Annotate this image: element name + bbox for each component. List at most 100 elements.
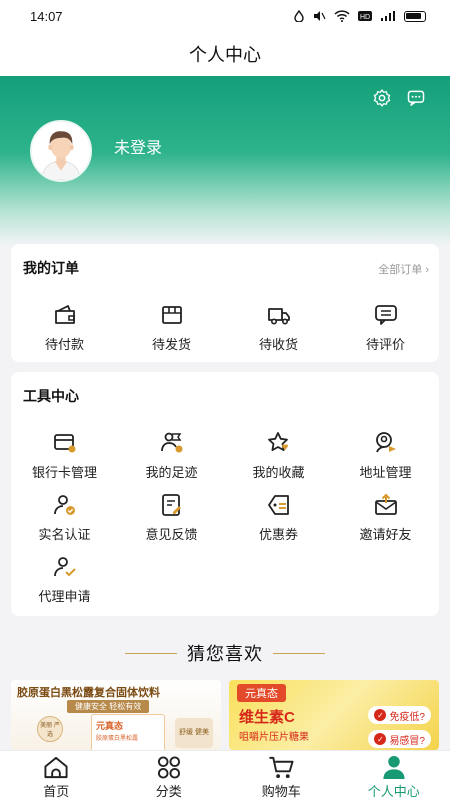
tab-profile[interactable]: 个人中心 [338, 751, 450, 800]
product-tag: ✓ 免疫低? [368, 706, 431, 724]
check-icon: ✓ [374, 733, 387, 745]
product-tag-text: 免疫低? [389, 711, 425, 723]
coupon-icon [267, 495, 289, 515]
bank-card-icon [53, 434, 75, 453]
feedback-icon [161, 494, 181, 516]
order-item-label: 待付款 [44, 337, 84, 352]
order-pending-payment[interactable]: 待付款 [11, 302, 118, 353]
order-pending-receipt[interactable]: 待收货 [225, 302, 332, 353]
product-name: 维生素C [239, 709, 295, 726]
user-icon [383, 755, 405, 780]
tab-label: 购物车 [261, 784, 301, 799]
product-list: 胶原蛋白黑松露复合固体饮料 健康安全 轻松有效 美丽 严选 元真态 胶原蛋白黑松… [11, 680, 439, 750]
tool-invite[interactable]: 邀请好友 [332, 492, 439, 543]
tool-footprint[interactable]: 我的足迹 [118, 430, 225, 481]
message-icon[interactable] [406, 88, 426, 108]
status-icons: HD [294, 10, 426, 22]
product-slogan: 健康安全 轻松有效 [67, 700, 150, 713]
tools-row-1: 银行卡管理 我的足迹 我的收藏 地址管理 [11, 430, 439, 481]
all-orders-link[interactable]: 全部订单 › [378, 261, 429, 277]
tool-feedback[interactable]: 意见反馈 [118, 492, 225, 543]
tool-favorites[interactable]: 我的收藏 [225, 430, 332, 481]
invite-icon [374, 493, 397, 515]
avatar[interactable] [30, 120, 92, 182]
tab-home[interactable]: 首页 [0, 751, 113, 800]
product-tag: ✓ 易感冒? [368, 730, 431, 748]
tool-item-label: 实名认证 [38, 527, 91, 542]
verify-user-icon [53, 495, 75, 515]
tools-row-3: 代理申请 [11, 554, 439, 605]
product-tag-text: 易感冒? [389, 735, 425, 747]
tool-item-label: 代理申请 [38, 589, 91, 604]
tool-item-label: 银行卡管理 [31, 465, 97, 480]
tool-item-label: 我的足迹 [145, 465, 198, 480]
product-box-image: 元真态 胶原蛋白黑松露 [91, 714, 165, 750]
tab-label: 个人中心 [367, 784, 420, 799]
signal-icon [381, 11, 395, 21]
product-side-badge: 舒缓 健美 [175, 718, 213, 748]
orders-title: 我的订单 [23, 260, 79, 276]
category-icon [157, 756, 180, 779]
tool-item-label: 邀请好友 [359, 527, 412, 542]
tool-item-label: 意见反馈 [145, 527, 198, 542]
drop-icon [294, 10, 304, 22]
divider [125, 652, 177, 654]
home-icon [44, 756, 68, 779]
tab-label: 首页 [43, 784, 70, 799]
product-seal: 美丽 严选 [37, 716, 63, 742]
order-item-label: 待收货 [258, 337, 298, 352]
tool-item-label: 我的收藏 [252, 465, 305, 480]
tool-item-label: 地址管理 [359, 465, 412, 480]
status-time: 14:07 [30, 8, 63, 24]
tab-cart[interactable]: 购物车 [225, 751, 338, 800]
login-status-text[interactable]: 未登录 [114, 134, 162, 158]
recommend-title: 猜您喜欢 [187, 644, 263, 664]
package-icon [161, 306, 182, 324]
order-pending-shipment[interactable]: 待发货 [118, 302, 225, 353]
tool-agent-apply[interactable]: 代理申请 [11, 554, 118, 605]
header-actions [372, 88, 426, 108]
product-title: 胶原蛋白黑松露复合固体饮料 [17, 687, 160, 699]
profile-header: 未登录 [0, 76, 450, 246]
cart-icon [269, 756, 294, 779]
agent-icon [53, 557, 76, 577]
bottom-tab-bar: 首页 分类 购物车 个人中心 [0, 750, 450, 800]
recommend-header: 猜您喜欢 [0, 640, 450, 666]
tool-coupon[interactable]: 优惠券 [225, 492, 332, 543]
orders-grid: 待付款 待发货 待收货 待评价 [11, 302, 439, 353]
mute-icon [314, 11, 326, 21]
product-box-brand: 元真态 [96, 721, 124, 731]
check-icon: ✓ [374, 709, 387, 721]
product-card[interactable]: 元真态 维生素C 咀嚼片压片糖果 ✓ 免疫低? ✓ 易感冒? [229, 680, 439, 750]
wallet-icon [54, 305, 75, 324]
status-bar: 14:07 HD [0, 0, 450, 32]
tools-row-2: 实名认证 意见反馈 优惠券 邀请好友 [11, 492, 439, 543]
tool-address[interactable]: 地址管理 [332, 430, 439, 481]
location-icon [375, 432, 396, 453]
tool-bank-card[interactable]: 银行卡管理 [11, 430, 118, 481]
settings-gear-icon[interactable] [372, 88, 392, 108]
svg-text:HD: HD [360, 14, 370, 21]
tool-real-name[interactable]: 实名认证 [11, 492, 118, 543]
hd-icon: HD [358, 11, 372, 21]
order-item-label: 待评价 [365, 337, 405, 352]
truck-icon [267, 308, 290, 325]
order-item-label: 待发货 [151, 337, 191, 352]
star-icon [267, 432, 288, 451]
avatar-person-icon [32, 122, 90, 180]
product-card[interactable]: 胶原蛋白黑松露复合固体饮料 健康安全 轻松有效 美丽 严选 元真态 胶原蛋白黑松… [11, 680, 221, 750]
footprint-icon [160, 432, 182, 453]
order-pending-review[interactable]: 待评价 [332, 302, 439, 353]
tool-center-card: 工具中心 银行卡管理 我的足迹 我的收藏 地址管理 实名认证 意见反馈 优惠券 … [11, 372, 439, 616]
product-brand: 元真态 [237, 684, 286, 702]
my-orders-card: 我的订单 全部订单 › 待付款 待发货 待收货 待评价 [11, 244, 439, 362]
battery-icon [404, 10, 426, 22]
product-box-sub: 胶原蛋白黑松露 [96, 736, 139, 742]
tab-category[interactable]: 分类 [113, 751, 226, 800]
comment-icon [374, 305, 397, 325]
tab-label: 分类 [155, 784, 182, 799]
page-title: 个人中心 [0, 32, 450, 76]
product-subtitle: 咀嚼片压片糖果 [239, 732, 309, 743]
tool-item-label: 优惠券 [258, 527, 298, 542]
wifi-icon [334, 10, 350, 22]
